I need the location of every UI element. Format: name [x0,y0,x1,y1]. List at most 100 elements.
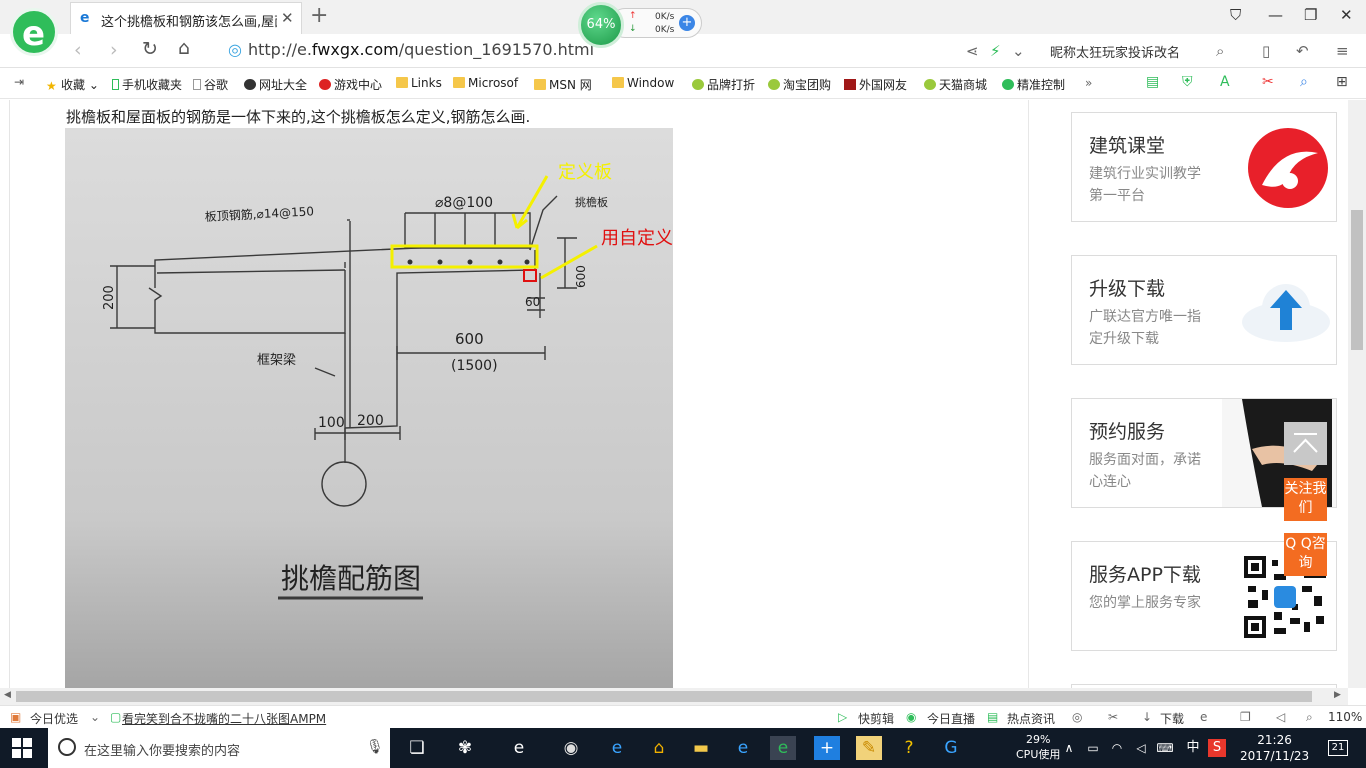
notification-center[interactable]: 21 [1328,740,1348,756]
sogou-icon[interactable]: S [1208,739,1226,757]
back-to-top-button[interactable] [1284,422,1327,465]
bookmark-windows[interactable]: Window [612,76,674,90]
horizontal-scroll-thumb[interactable] [16,691,1312,702]
browser-logo[interactable]: e [10,8,58,56]
volume-icon[interactable]: ◁ [1128,736,1154,760]
quick-clip-link[interactable]: 快剪辑 [858,710,894,727]
bookmark-foreign[interactable]: 外国网友 [844,76,907,93]
bookmark-links[interactable]: Links [396,76,442,90]
vertical-scrollbar[interactable] [1348,100,1366,688]
battery-icon[interactable]: ▭ [1080,736,1106,760]
reader-icon[interactable]: ▤ [1146,74,1159,90]
hot-news-link[interactable]: 热点资讯 [1007,710,1055,727]
ie-icon[interactable]: e [730,736,756,760]
cpu-monitor[interactable]: 29% CPU使用 [1016,732,1060,762]
phone-icon[interactable]: ▯ [1262,42,1270,60]
magnifier-icon[interactable]: ⌕ [1300,74,1308,90]
edge-blue-icon[interactable]: e [604,736,630,760]
bookmark-hao[interactable]: 网址大全 [244,76,307,93]
task-view-icon[interactable]: ❏ [404,736,430,760]
bookmark-microsoft[interactable]: Microsof [453,76,518,90]
glodon-icon[interactable]: G [938,736,964,760]
network-speed-ball[interactable]: 64% [578,2,624,48]
follow-us-button[interactable]: 关注我们 [1284,478,1327,521]
share-icon[interactable]: ⋖ [966,42,979,60]
search-suggestion[interactable]: 昵称太狂玩家投诉改名 [1050,42,1180,61]
search-icon[interactable]: ⌕ [1216,42,1224,60]
notes-icon[interactable]: ✎ [856,736,882,760]
accelerate-button[interactable]: + [679,15,695,31]
microphone-icon[interactable]: 🎙 [366,739,384,755]
translate-icon[interactable]: A [1220,74,1230,90]
bookmark-msn[interactable]: MSN 网 [534,76,592,93]
back-button[interactable]: ‹ [74,39,82,61]
window-icon[interactable]: ❐ [1240,710,1251,724]
bookmark-taobao[interactable]: 淘宝团购 [768,76,831,93]
bookmark-mobile[interactable]: 手机收藏夹 [112,76,182,93]
minimize-button[interactable]: — [1268,6,1283,24]
system-clock[interactable]: 21:26 2017/11/23 [1240,732,1309,764]
tools-icon[interactable]: ✂ [1108,710,1118,724]
scroll-left-arrow-icon[interactable]: ◀ [4,690,11,700]
card-upgrade-download[interactable]: 升级下载 广联达官方唯一指定升级下载 [1071,255,1337,365]
ime-indicator[interactable]: 中 [1180,736,1206,760]
store-icon[interactable]: ⌂ [646,736,672,760]
reload-button[interactable]: ↻ [142,38,158,60]
close-tab-icon[interactable]: ✕ [281,9,294,27]
download-link[interactable]: 下载 [1160,710,1184,727]
ie-mode-icon[interactable]: e [1200,710,1207,724]
swirl-icon[interactable]: ◉ [558,736,584,760]
scroll-right-arrow-icon[interactable]: ▶ [1334,690,1341,700]
scissors-icon[interactable]: ✂ [1262,74,1274,90]
bookmark-brand-discount[interactable]: 品牌打折 [692,76,755,93]
url-field[interactable]: ◎ http://e.fwxgx.com/question_1691570.htm… [228,40,594,59]
sound-icon[interactable]: ◁ [1276,710,1285,724]
label-frame-beam: 框架梁 [257,353,296,368]
plus-app-icon[interactable]: + [814,736,840,760]
chevron-down-icon[interactable]: ⌄ [1012,42,1025,60]
home-button[interactable]: ⌂ [178,37,190,59]
apps-grid-icon[interactable]: ⊞ [1336,74,1348,90]
bookmark-precise[interactable]: 精准控制 [1002,76,1065,93]
show-hidden-icons[interactable]: ∧ [1056,736,1082,760]
qq-consult-button[interactable]: Q Q咨询 [1284,533,1327,576]
label-dim-60: 60 [525,295,540,309]
menu-icon[interactable]: ≡ [1336,42,1349,60]
folder-icon[interactable]: ▬ [688,736,714,760]
cpu-percent: 29% [1025,733,1051,746]
bookmark-game[interactable]: 游戏中心 [319,76,382,93]
sidebar-toggle-icon[interactable]: ⇥ [14,75,24,89]
shirt-icon[interactable]: ⛉ [1230,6,1241,24]
news-headline-link[interactable]: 看完笑到合不拢嘴的二十八张图AMPM [122,710,326,727]
today-live-link[interactable]: 今日直播 [927,710,975,727]
keyboard-icon[interactable]: ⌨ [1152,736,1178,760]
shield-icon[interactable]: ⛨ [1182,74,1193,90]
help-icon[interactable]: ? [896,736,922,760]
horizontal-scrollbar[interactable]: ◀ ▶ [0,688,1348,705]
bookmark-google[interactable]: 谷歌 [193,76,228,93]
360-browser-icon[interactable]: e [770,736,796,760]
pinwheel-icon[interactable]: ✾ [452,736,478,760]
bookmark-favorites[interactable]: ★ 收藏 ⌄ [46,76,99,93]
restore-button[interactable]: ❐ [1304,6,1317,24]
browser-tab[interactable]: e 这个挑檐板和钢筋该怎么画,屋面板 ✕ [70,2,302,34]
chevron-down-icon[interactable]: ⌄ [90,710,100,724]
today-picks[interactable]: 今日优选 [30,710,78,727]
more-bookmarks-icon[interactable]: » [1085,76,1092,90]
close-window-button[interactable]: ✕ [1340,6,1353,24]
wifi-icon[interactable]: ◠ [1104,736,1130,760]
edge-icon[interactable]: e [506,736,532,760]
column-divider [1028,100,1029,688]
forward-button[interactable]: › [110,39,118,61]
card-building-class[interactable]: 建筑课堂 建筑行业实训教学第一平台 [1071,112,1337,222]
vertical-scroll-thumb[interactable] [1351,210,1363,350]
lightning-icon[interactable]: ⚡ [990,42,1001,60]
undo-icon[interactable]: ↶ [1296,42,1309,60]
taskbar-search[interactable]: 在这里输入你要搜索的内容 🎙 [48,728,390,768]
start-button[interactable] [12,738,32,758]
zoom-level[interactable]: 110% [1328,710,1362,724]
drawing-photo[interactable]: 板顶钢筋,⌀14@150 ⌀8@100 挑檐板 定义板 用自定义线定义 200 … [65,128,673,688]
compass-icon[interactable]: ◎ [1072,710,1082,724]
new-tab-button[interactable]: + [310,3,328,28]
bookmark-tmall[interactable]: 天猫商城 [924,76,987,93]
